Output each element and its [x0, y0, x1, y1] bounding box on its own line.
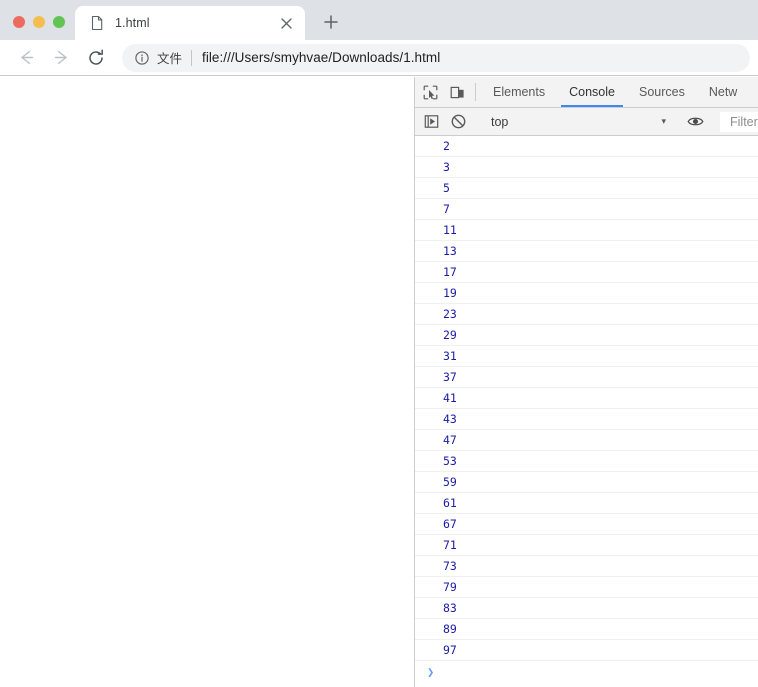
page-content-area — [0, 77, 414, 687]
console-message-row: 71 — [415, 535, 758, 556]
console-message-row: 41 — [415, 388, 758, 409]
console-message-row: 73 — [415, 556, 758, 577]
console-message-list: 2 3 5 7 11 13 17 19 23 29 31 37 41 43 47 53 59 61 67 71 73 79… — [415, 136, 758, 661]
browser-tab[interactable]: 1.html — [75, 6, 305, 40]
console-message-row: 3 — [415, 157, 758, 178]
console-message-row: 53 — [415, 451, 758, 472]
devtools-tab-bar: Elements Console Sources Netw — [415, 77, 758, 108]
console-filter-input[interactable] — [720, 111, 758, 132]
console-message-row: 47 — [415, 430, 758, 451]
chevron-down-icon: ▾ — [661, 116, 666, 126]
tab-console[interactable]: Console — [557, 77, 627, 107]
execution-context-value: top — [491, 114, 509, 129]
tab-network[interactable]: Netw — [697, 77, 749, 107]
tab-sources[interactable]: Sources — [627, 77, 697, 107]
console-prompt-caret: ❯ — [427, 664, 435, 679]
console-message-row: 17 — [415, 262, 758, 283]
console-message-row: 61 — [415, 493, 758, 514]
console-message-row: 31 — [415, 346, 758, 367]
inspect-element-icon[interactable] — [417, 77, 444, 107]
forward-button[interactable] — [47, 44, 75, 72]
console-message-row: 23 — [415, 304, 758, 325]
console-message-row: 37 — [415, 367, 758, 388]
document-icon — [89, 15, 105, 31]
device-toolbar-icon[interactable] — [444, 77, 471, 107]
close-window-button[interactable] — [13, 16, 25, 28]
maximize-window-button[interactable] — [53, 16, 65, 28]
viewport: Elements Console Sources Netw top ▾ Filt… — [0, 77, 758, 687]
console-message-row: 67 — [415, 514, 758, 535]
console-message-row: 83 — [415, 598, 758, 619]
console-message-row: 59 — [415, 472, 758, 493]
console-message-row: 89 — [415, 619, 758, 640]
reload-button[interactable] — [82, 44, 110, 72]
tab-title: 1.html — [115, 16, 150, 30]
tab-elements[interactable]: Elements — [481, 77, 557, 107]
omnibox-divider — [191, 49, 193, 66]
console-message-row: 7 — [415, 199, 758, 220]
execution-context-select[interactable]: top ▾ — [482, 112, 672, 132]
devtools-toolbar-divider — [475, 83, 476, 101]
console-message-row: 5 — [415, 178, 758, 199]
console-filter-bar: top ▾ — [415, 108, 758, 136]
console-message-row: 43 — [415, 409, 758, 430]
console-output[interactable]: 2 3 5 7 11 13 17 19 23 29 31 37 41 43 47 53 59 61 67 71 73 79… — [415, 136, 758, 687]
live-expression-icon[interactable] — [682, 114, 709, 129]
browser-toolbar: 文件 file:///Users/smyhvae/Downloads/1.htm… — [0, 40, 758, 76]
clear-console-icon[interactable] — [445, 114, 472, 129]
new-tab-button[interactable] — [317, 8, 345, 36]
console-message-row: 13 — [415, 241, 758, 262]
console-message-row: 29 — [415, 325, 758, 346]
scheme-label: 文件 — [157, 52, 183, 66]
info-circle-icon[interactable] — [134, 50, 150, 66]
console-message-row: 11 — [415, 220, 758, 241]
address-bar[interactable]: 文件 file:///Users/smyhvae/Downloads/1.htm… — [122, 43, 750, 72]
browser-window: 1.html 文件 file:///Users/smyhvae/Download… — [0, 0, 758, 687]
window-controls — [0, 16, 75, 40]
tab-strip: 1.html — [0, 0, 758, 40]
devtools-panel: Elements Console Sources Netw top ▾ Filt… — [414, 77, 758, 687]
minimize-window-button[interactable] — [33, 16, 45, 28]
console-message-row: 2 — [415, 136, 758, 157]
console-message-row: 19 — [415, 283, 758, 304]
address-bar-url: file:///Users/smyhvae/Downloads/1.html — [202, 50, 441, 65]
execute-snippet-icon[interactable] — [418, 114, 445, 129]
back-button[interactable] — [12, 44, 40, 72]
console-prompt-row[interactable]: ❯ — [415, 661, 758, 682]
console-message-row: 97 — [415, 640, 758, 661]
console-message-row: 79 — [415, 577, 758, 598]
close-tab-button[interactable] — [277, 14, 295, 32]
